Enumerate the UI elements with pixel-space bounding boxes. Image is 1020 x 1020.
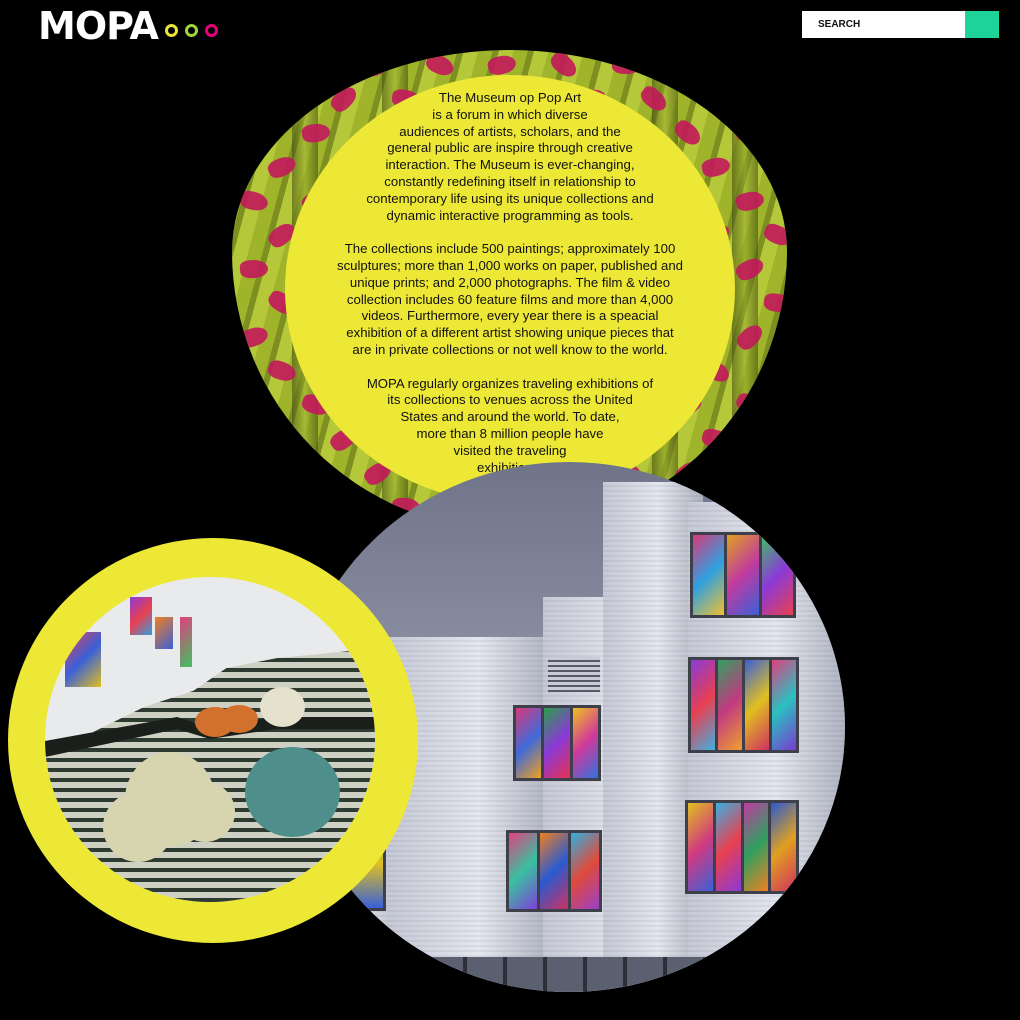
pop-art-splat	[761, 151, 787, 183]
about-line: are in private collections or not well k…	[352, 341, 668, 357]
about-line: constantly redefining itself in relation…	[384, 173, 636, 189]
about-line: States and around the world. To date,	[400, 409, 620, 425]
pop-art-splat	[237, 457, 271, 489]
pillar-shadow	[732, 50, 758, 530]
pop-art-splat	[327, 491, 361, 523]
pop-art-splat	[267, 429, 297, 449]
about-line: dynamic interactive programming as tools…	[386, 207, 634, 223]
pop-art-splat	[238, 189, 270, 213]
pop-art-splat	[611, 55, 641, 75]
search-bar	[802, 11, 999, 38]
about-line: interaction. The Museum is ever-changing…	[385, 157, 635, 173]
pink-dot-icon	[205, 24, 218, 37]
about-line: its collections to venues across the Uni…	[387, 392, 633, 408]
pop-art-splat	[762, 292, 787, 314]
mopa-logo[interactable]: MOPA	[38, 6, 159, 46]
pop-art-splat	[486, 53, 518, 77]
pop-art-splat	[237, 50, 271, 82]
about-text: The Museum op Pop Art is a forum in which…	[300, 90, 720, 493]
about-paragraph-3: MOPA regularly organizes traveling exhib…	[300, 376, 720, 477]
about-line: more than 8 million people have	[416, 425, 604, 441]
about-paragraph-2: The collections include 500 paintings; a…	[300, 241, 720, 359]
pop-art-splat	[761, 425, 787, 453]
about-line: audiences of artists, scholars, and the	[399, 123, 621, 139]
logo-dots	[165, 24, 218, 37]
about-line: general public are inspire through creat…	[387, 140, 633, 156]
pop-art-splat	[423, 51, 457, 79]
pop-art-splat	[237, 389, 271, 421]
about-line: The collections include 500 paintings; a…	[344, 241, 676, 257]
green-dot-icon	[185, 24, 198, 37]
about-line: videos. Furthermore, every year there is…	[361, 308, 659, 324]
pop-art-splat	[237, 118, 271, 148]
search-input[interactable]	[802, 11, 965, 38]
about-line: MOPA regularly organizes traveling exhib…	[366, 375, 654, 391]
about-line: unique prints; and 2,000 photographs. Th…	[349, 274, 671, 290]
pop-art-splat	[762, 360, 787, 382]
about-paragraph-1: The Museum op Pop Art is a forum in which…	[300, 90, 720, 224]
yellow-dot-icon	[165, 24, 178, 37]
pop-art-splat	[239, 259, 269, 279]
about-line: collection includes 60 feature films and…	[346, 291, 674, 307]
about-line: exhibition of a different artist showing…	[346, 325, 674, 341]
about-line: The Museum op Pop Art	[438, 90, 582, 105]
about-line: is a forum in which diverse	[432, 106, 588, 122]
pop-art-splat	[761, 221, 787, 249]
pop-art-splat	[761, 83, 787, 115]
pop-art-splat	[547, 50, 581, 81]
about-line: sculptures; more than 1,000 works on pap…	[336, 257, 684, 273]
about-line: visited the traveling	[453, 442, 567, 458]
about-line: contemporary life using its unique colle…	[366, 190, 654, 206]
pop-art-splat	[735, 123, 765, 143]
pop-art-splat	[237, 323, 271, 351]
museum-stairs-image	[45, 577, 375, 902]
search-button[interactable]	[965, 11, 999, 38]
